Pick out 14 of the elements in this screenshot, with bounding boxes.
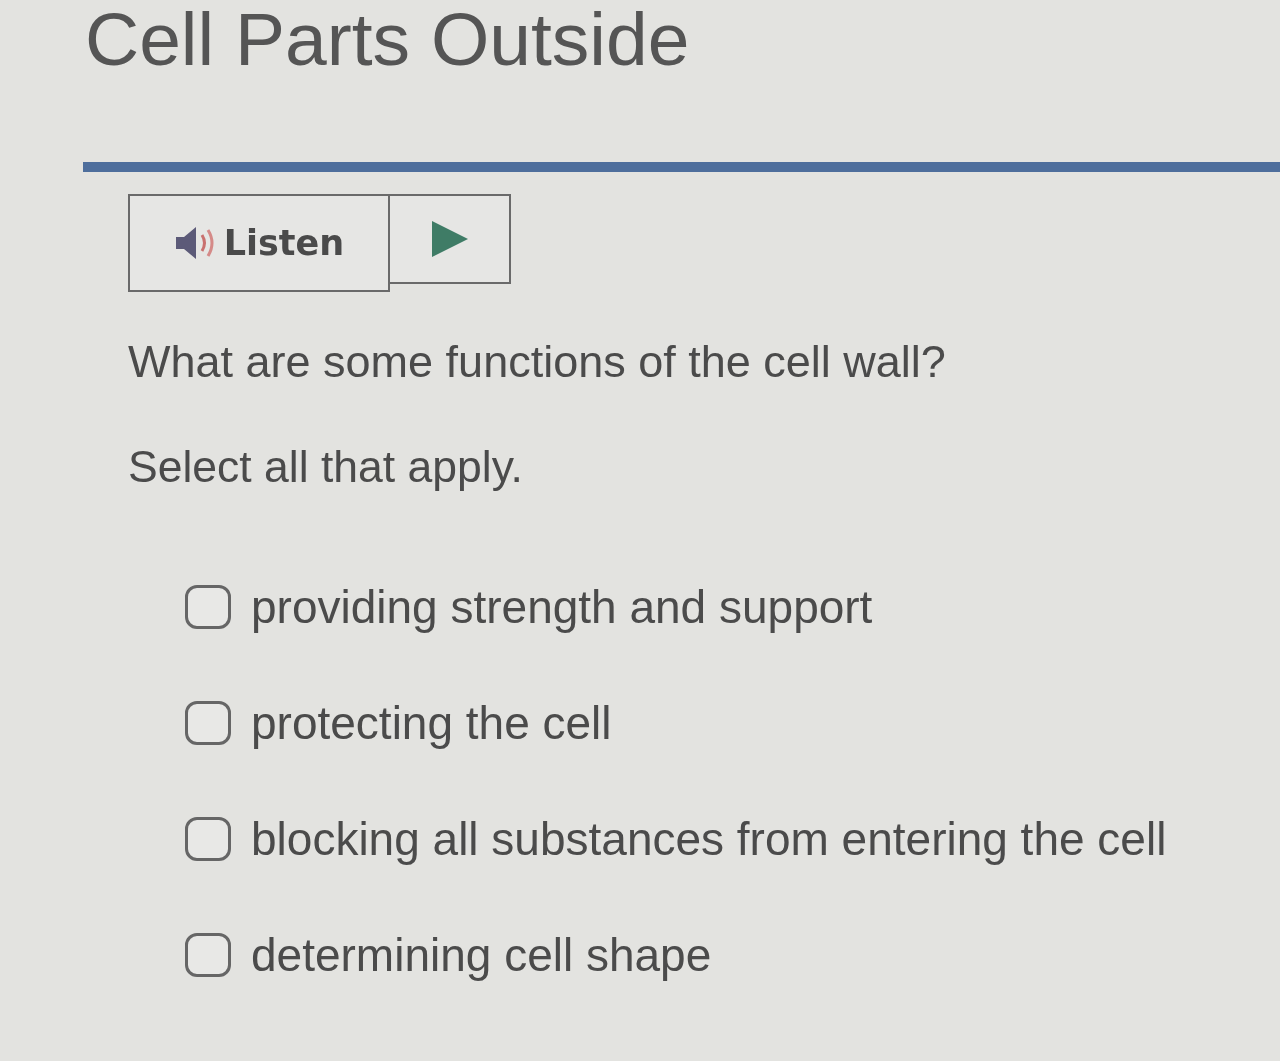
page-title: Cell Parts Outside (84, 0, 690, 77)
option-label[interactable]: determining cell shape (251, 929, 712, 981)
listen-button[interactable]: Listen (128, 194, 390, 292)
option-label[interactable]: protecting the cell (251, 697, 612, 749)
question-text: What are some functions of the cell wall? (128, 336, 947, 388)
option-label[interactable]: blocking all substances from entering the cell (251, 813, 1167, 865)
option-label[interactable]: providing strength and support (251, 581, 873, 633)
checkbox[interactable] (185, 585, 231, 629)
play-button[interactable] (390, 194, 511, 284)
checkbox[interactable] (185, 817, 231, 861)
play-icon (431, 221, 468, 257)
instruction-text: Select all that apply. (128, 441, 524, 493)
checkbox[interactable] (185, 933, 231, 977)
checkbox[interactable] (185, 701, 231, 745)
